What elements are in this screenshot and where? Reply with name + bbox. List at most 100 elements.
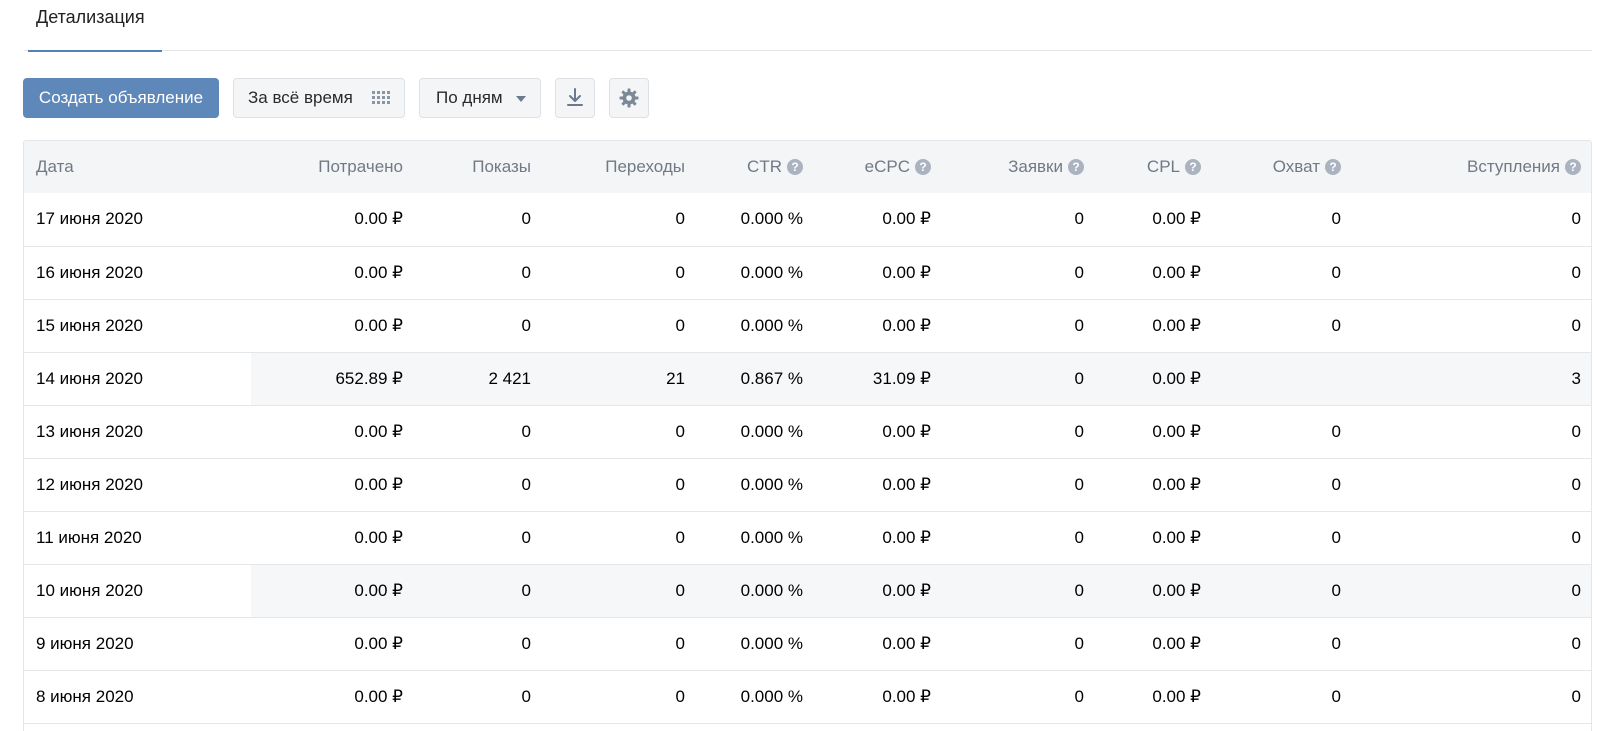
column-header-spent[interactable]: Потрачено xyxy=(251,141,415,193)
table-row[interactable]: 8 июня 2020 0.00 ₽ 0 0 0.000 % 0.00 ₽ 0 0.00 ₽ 0… xyxy=(24,670,1591,723)
column-header-impressions[interactable]: Показы xyxy=(415,141,543,193)
column-header-clicks[interactable]: Переходы xyxy=(543,141,697,193)
cell-joins: 0 xyxy=(1353,564,1591,617)
cell-impressions: 0 xyxy=(521,315,531,335)
cell-spent: 0.00 ₽ xyxy=(354,262,403,282)
cell-ecpc: 0.00 ₽ xyxy=(882,315,931,335)
help-icon[interactable]: ? xyxy=(787,159,803,175)
cell-impressions: 0 xyxy=(521,209,531,229)
cell-joins: 0 xyxy=(1571,262,1581,282)
help-icon[interactable]: ? xyxy=(1565,159,1581,175)
cell-spent: 0.00 ₽ xyxy=(354,527,403,547)
tab-details-label: Детализация xyxy=(36,7,145,27)
column-header-label: Охват xyxy=(1272,157,1320,176)
column-header-label: Потрачено xyxy=(318,157,403,176)
cell-reach: 0 xyxy=(1331,421,1341,441)
help-icon[interactable]: ? xyxy=(915,159,931,175)
cell-reach: 0 xyxy=(1331,527,1341,547)
column-header-label: CPL xyxy=(1146,157,1180,176)
column-header-cpl[interactable]: CPL? xyxy=(1096,141,1213,193)
cell-spent: 0.00 ₽ xyxy=(354,474,403,494)
cell-ecpc: 0.00 ₽ xyxy=(882,686,931,706)
column-header-ecpc[interactable]: eCPC? xyxy=(815,141,943,193)
column-header-label: Заявки xyxy=(1008,157,1063,176)
cell-leads: 0 xyxy=(1074,209,1084,229)
cell-ecpc: 0.00 ₽ xyxy=(882,527,931,547)
cell-spent: 652.89 ₽ xyxy=(251,352,415,405)
help-icon[interactable]: ? xyxy=(1068,159,1084,175)
cell-reach: 0 xyxy=(1331,686,1341,706)
cell-ctr: 0.000 % xyxy=(740,209,803,229)
table-row[interactable]: 14 июня 2020 652.89 ₽2 421 21 0.867 % 31.09 … xyxy=(24,352,1591,405)
cell-date: 13 июня 2020 xyxy=(36,421,144,441)
cell-ecpc: 0.00 ₽ xyxy=(815,564,943,617)
cell-date: 11 июня 2020 xyxy=(36,527,142,547)
cell-cpl: 0.00 ₽ xyxy=(1152,421,1201,441)
column-header-label: Показы xyxy=(472,157,531,176)
column-header-ctr[interactable]: CTR? xyxy=(697,141,815,193)
cell-joins: 0 xyxy=(1571,315,1581,335)
cell-joins: 0 xyxy=(1571,686,1581,706)
tab-bar: Детализация xyxy=(24,0,1592,52)
cell-date: 8 июня 2020 xyxy=(36,686,134,706)
cell-leads: 0 xyxy=(1074,262,1084,282)
cell-cpl: 0.00 ₽ xyxy=(1152,262,1201,282)
cell-ecpc: 0.00 ₽ xyxy=(882,633,931,653)
table-row[interactable]: 11 июня 2020 0.00 ₽ 0 0 0.000 % 0.00 ₽ 0 0.00 ₽… xyxy=(24,511,1591,564)
cell-cpl: 0.00 ₽ xyxy=(1152,527,1201,547)
grouping-dropdown[interactable]: По дням xyxy=(419,78,541,118)
column-header-date[interactable]: Дата xyxy=(24,141,251,193)
column-header-leads[interactable]: Заявки? xyxy=(943,141,1096,193)
cell-clicks: 0 xyxy=(675,315,685,335)
cell-date: 17 июня 2020 xyxy=(36,209,144,229)
column-header-label: CTR xyxy=(747,157,782,176)
help-icon[interactable]: ? xyxy=(1325,159,1341,175)
table-row[interactable]: 9 июня 2020 0.00 ₽ 0 0 0.000 % 0.00 ₽ 0 0.00 ₽ 0… xyxy=(24,617,1591,670)
gear-icon xyxy=(619,88,639,108)
cell-spent: 0.00 ₽ xyxy=(354,633,403,653)
cell-date: 16 июня 2020 xyxy=(36,262,144,282)
table-row[interactable]: 16 июня 2020 0.00 ₽ 0 0 0.000 % 0.00 ₽ 0 0.00 ₽… xyxy=(24,246,1591,299)
cell-cpl: 0.00 ₽ xyxy=(1096,352,1213,405)
table-row[interactable]: 15 июня 2020 0.00 ₽ 0 0 0.000 % 0.00 ₽ 0 0.00 ₽… xyxy=(24,299,1591,352)
cell-clicks: 21 xyxy=(543,352,697,405)
cell-leads: 0 xyxy=(1074,686,1084,706)
cell-ctr: 0.000 % xyxy=(740,686,803,706)
download-icon xyxy=(567,88,583,106)
table-row[interactable]: 12 июня 2020 0.00 ₽ 0 0 0.000 % 0.00 ₽ 0 0.00 ₽… xyxy=(24,458,1591,511)
cell-leads: 0 xyxy=(1074,633,1084,653)
cell-ecpc: 31.09 ₽ xyxy=(815,352,943,405)
tab-details[interactable]: Детализация xyxy=(28,0,162,52)
cell-joins: 0 xyxy=(1571,209,1581,229)
cell-joins: 0 xyxy=(1571,474,1581,494)
cell-reach xyxy=(1213,352,1353,405)
active-tab-indicator xyxy=(28,50,162,52)
column-header-reach[interactable]: Охват? xyxy=(1213,141,1353,193)
cell-ctr: 0.000 % xyxy=(740,474,803,494)
cell-date: 12 июня 2020 xyxy=(36,474,144,494)
cell-cpl: 0.00 ₽ xyxy=(1152,474,1201,494)
cell-reach: 0 xyxy=(1331,633,1341,653)
table-row[interactable]: 13 июня 2020 0.00 ₽ 0 0 0.000 % 0.00 ₽ 0 0.00 ₽… xyxy=(24,405,1591,458)
column-header-label: eCPC xyxy=(864,157,910,176)
create-ad-button[interactable]: Создать объявление xyxy=(23,78,219,118)
download-button[interactable] xyxy=(555,78,595,118)
cell-cpl: 0.00 ₽ xyxy=(1152,209,1201,229)
cell-ctr: 0.000 % xyxy=(740,527,803,547)
period-select-button[interactable]: За всё время xyxy=(233,78,405,118)
help-icon[interactable]: ? xyxy=(1185,159,1201,175)
cell-spent: 0.00 ₽ xyxy=(354,421,403,441)
cell-reach: 0 xyxy=(1213,564,1353,617)
cell-ecpc: 0.00 ₽ xyxy=(882,421,931,441)
column-header-joins[interactable]: Вступления? xyxy=(1353,141,1591,193)
cell-ecpc: 0.00 ₽ xyxy=(882,209,931,229)
cell-joins: 0 xyxy=(1571,527,1581,547)
table-row[interactable]: 17 июня 2020 0.00 ₽ 0 0 0.000 % 0.00 ₽ 0 0.00 ₽… xyxy=(24,193,1591,246)
cell-reach: 0 xyxy=(1331,315,1341,335)
cell-reach: 0 xyxy=(1331,474,1341,494)
table-row[interactable]: 10 июня 2020 0.00 ₽0 0 0.000 % 0.00 ₽0 0.00 ₽… xyxy=(24,564,1591,617)
settings-button[interactable] xyxy=(609,78,649,118)
cell-ctr: 0.000 % xyxy=(697,564,815,617)
cell-joins: 3 xyxy=(1353,352,1591,405)
cell-ctr: 0.000 % xyxy=(740,633,803,653)
